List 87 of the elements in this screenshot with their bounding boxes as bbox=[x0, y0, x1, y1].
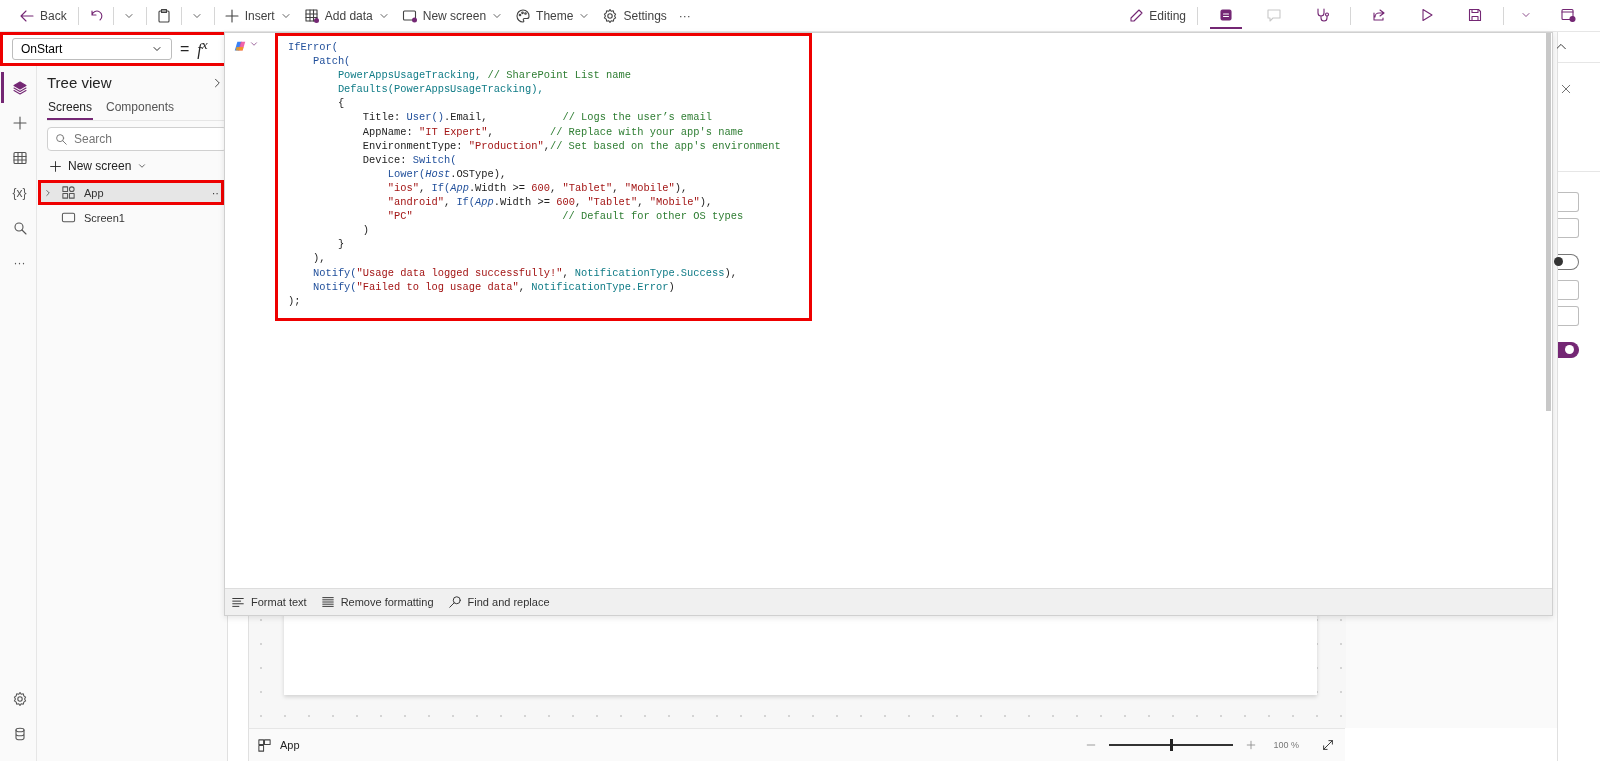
lines-icon bbox=[320, 595, 335, 609]
fit-button[interactable] bbox=[1321, 738, 1335, 752]
back-button[interactable]: Back bbox=[14, 4, 72, 27]
code-line: { bbox=[336, 96, 346, 111]
code-line: PowerAppsUsageTracking, // SharePoint List name bbox=[336, 68, 632, 83]
table-icon bbox=[303, 7, 320, 24]
plus-icon bbox=[49, 159, 62, 173]
screen-icon bbox=[61, 210, 76, 225]
tab[interactable]: Screens bbox=[47, 98, 94, 120]
new-screen-button[interactable]: New screen bbox=[49, 157, 227, 175]
copilot-icon bbox=[233, 39, 247, 53]
settings-icon bbox=[602, 7, 619, 24]
code-line: Lower(Host.OSType), bbox=[386, 166, 508, 181]
code-line: "ios", If(App.Width >= 600, "Tablet", "Mobile"), bbox=[386, 180, 689, 196]
format-bar-button[interactable]: Find and replace bbox=[447, 595, 550, 609]
format-bar-button[interactable]: Remove formatting bbox=[320, 595, 434, 609]
tab[interactable]: Components bbox=[105, 98, 176, 120]
input-field[interactable] bbox=[1558, 306, 1579, 326]
close-button[interactable] bbox=[1560, 83, 1572, 95]
app-icon bbox=[257, 737, 272, 753]
play-icon bbox=[1419, 6, 1435, 23]
code-line: ), bbox=[311, 251, 327, 266]
search-icon bbox=[54, 132, 68, 146]
app-icon bbox=[61, 185, 76, 200]
comment-icon bbox=[1266, 6, 1282, 23]
publish-icon bbox=[1560, 6, 1576, 23]
code-line: } bbox=[336, 237, 346, 252]
clipboard-icon bbox=[155, 7, 172, 24]
toolbar-menu[interactable]: Settings bbox=[597, 4, 672, 27]
screen-icon bbox=[401, 7, 418, 24]
equals-sign: = bbox=[180, 39, 190, 58]
code-line: Defaults(PowerAppsUsageTracking), bbox=[336, 82, 545, 97]
property-dropdown[interactable]: OnStart bbox=[12, 37, 172, 60]
caret-icon bbox=[137, 161, 148, 171]
code-line: AppName: "IT Expert", // Replace with your app's name bbox=[361, 124, 745, 139]
toggle-switch[interactable] bbox=[1558, 342, 1579, 358]
rail-button[interactable]: ··· bbox=[1, 247, 35, 278]
code-line: Patch( bbox=[311, 54, 352, 69]
input-field[interactable] bbox=[1558, 218, 1579, 238]
table-icon bbox=[11, 149, 28, 166]
palette-icon bbox=[515, 7, 532, 24]
scroll-bar[interactable] bbox=[1546, 33, 1551, 411]
fx-label: f$^{x}$ bbox=[197, 37, 208, 60]
pencil-icon bbox=[1128, 7, 1145, 24]
app-checker-icon bbox=[1218, 6, 1234, 23]
search-field[interactable]: Search bbox=[47, 127, 227, 151]
code-line: IfError( bbox=[288, 40, 339, 55]
code-line: ) bbox=[361, 223, 371, 238]
code-line: "PC" // Default for other OS types bbox=[386, 209, 745, 224]
plus-icon bbox=[11, 114, 28, 131]
toolbar-menu[interactable]: Insert bbox=[218, 4, 297, 27]
code-line: Title: User().Email, // Logs the user’s email bbox=[361, 110, 714, 125]
layers-icon bbox=[11, 79, 28, 96]
code-block[interactable] bbox=[275, 33, 812, 321]
tree-item[interactable]: App ·· bbox=[39, 181, 223, 204]
chevron-right-icon bbox=[43, 187, 53, 198]
save-icon bbox=[1467, 6, 1483, 23]
caret-icon bbox=[249, 39, 259, 49]
code-line: EnvironmentType: "Production",// Set based on the app's environment bbox=[361, 138, 781, 153]
editing-button[interactable]: Editing bbox=[1123, 4, 1191, 27]
toolbar-menu[interactable]: Add data bbox=[298, 4, 395, 27]
panel-title: Tree view bbox=[47, 74, 112, 91]
format-icon bbox=[231, 595, 245, 609]
settings-icon bbox=[11, 690, 28, 707]
code-line: Notify("Usage data logged successfully!", NotificationType.Success), bbox=[311, 265, 738, 280]
rail-button[interactable]: {x} bbox=[1, 177, 35, 208]
search-icon bbox=[447, 595, 462, 609]
expand-icon bbox=[1321, 738, 1335, 752]
search-icon bbox=[11, 219, 28, 236]
toolbar-menu[interactable]: Theme bbox=[510, 4, 596, 27]
screen-label: App bbox=[280, 739, 300, 751]
plus-icon bbox=[1245, 739, 1258, 751]
zoom-reading: 100 % bbox=[1273, 740, 1299, 750]
plus-icon bbox=[223, 7, 240, 24]
slider-thumb[interactable] bbox=[1170, 739, 1174, 751]
code-line: ); bbox=[288, 293, 302, 308]
close-icon bbox=[1560, 83, 1572, 95]
format-bar-button[interactable]: Format text bbox=[231, 595, 307, 609]
input-field[interactable] bbox=[1558, 192, 1579, 212]
toolbar-menu[interactable]: New screen bbox=[396, 4, 509, 27]
tree-item[interactable]: Screen1 bbox=[39, 206, 223, 229]
more-button[interactable]: ··· bbox=[673, 5, 696, 26]
code-line: "android", If(App.Width >= 600, "Tablet", "Mobile"), bbox=[386, 195, 714, 210]
input-field[interactable] bbox=[1558, 280, 1579, 300]
code-line: Notify("Failed to log usage data", NotificationType.Error) bbox=[311, 279, 676, 294]
stethoscope-icon bbox=[1314, 6, 1330, 23]
code-line: Device: Switch( bbox=[361, 152, 458, 167]
